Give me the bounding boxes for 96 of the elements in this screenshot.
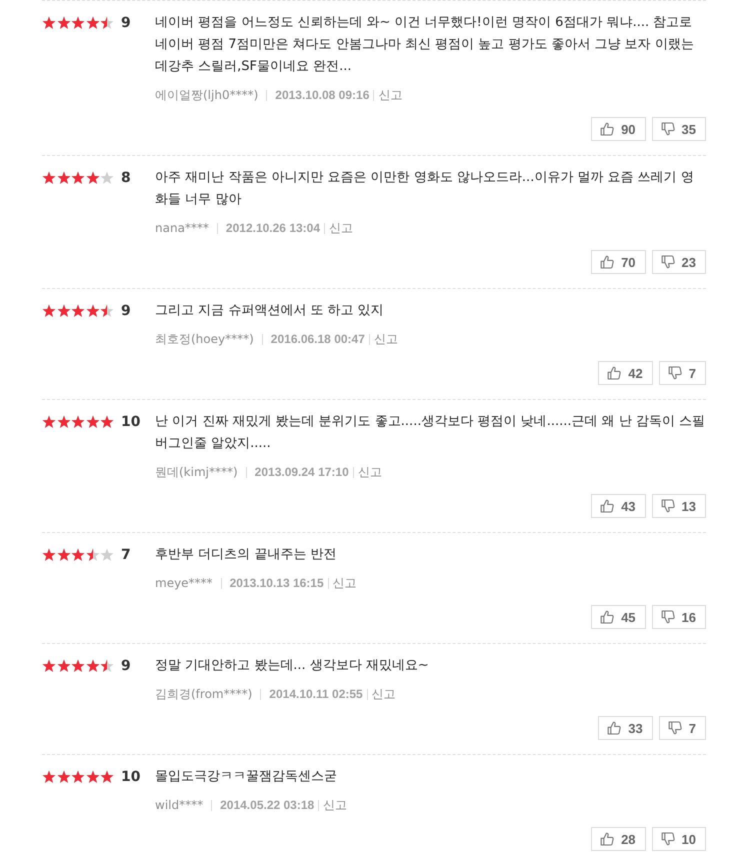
star-icon (56, 304, 70, 318)
thumbs-up-icon (600, 255, 614, 269)
thumbs-down-icon (660, 832, 675, 846)
thumbs-down-icon (660, 255, 675, 269)
star-icon (42, 304, 56, 318)
half-star-icon (100, 659, 114, 673)
rating-score: 10 (121, 768, 140, 787)
report-link[interactable]: 신고 (358, 464, 382, 480)
like-button[interactable]: 45 (591, 605, 646, 629)
star-icon (56, 659, 70, 673)
star-icon (56, 770, 70, 784)
report-link[interactable]: 신고 (374, 330, 398, 348)
review-text: 네이버 평점을 어느정도 신뢰하는데 와~ 이건 너무했다!이런 명작이 6점대가 뭐냐.... 참고로 네이버 평점 7점미만은 쳐다도 안봄그나마 최신 평점이 높고 평가도 좋아서 그냥 보자 이랬는데강추 스릴러,SF물이네요 완전... (155, 14, 695, 76)
like-button[interactable]: 90 (591, 117, 646, 141)
rating-score: 10 (121, 413, 140, 432)
star-icon (71, 659, 85, 673)
report-link[interactable]: 신고 (332, 574, 357, 592)
thumbs-down-icon (660, 122, 675, 136)
star-icon (71, 770, 85, 784)
star-icon (86, 304, 100, 318)
star-icon (71, 171, 85, 185)
report-link[interactable]: 신고 (372, 686, 396, 702)
like-button[interactable]: 70 (591, 250, 646, 274)
star-icon (100, 770, 114, 784)
thumbs-up-icon (607, 721, 622, 735)
star-icon (42, 770, 56, 784)
star-icon (56, 16, 70, 30)
review-date: 2014.05.22 03:18 (220, 798, 314, 812)
star-icon (56, 171, 70, 185)
review-date: 2013.10.13 16:15 (230, 576, 324, 590)
dislike-button[interactable]: 7 (658, 361, 706, 385)
thumbs-up-icon (600, 499, 614, 513)
dislike-button[interactable]: 13 (652, 494, 706, 518)
review-text: 몰입도극강ㅋㅋ꿀잼감독센스굳 (155, 768, 337, 786)
star-icon (86, 770, 100, 784)
dislike-button[interactable]: 10 (652, 827, 706, 851)
dislike-button[interactable]: 35 (652, 117, 706, 141)
like-button[interactable]: 28 (591, 827, 646, 851)
thumbs-down-icon (660, 499, 675, 513)
star-icon (71, 415, 85, 429)
review-date: 2013.10.08 09:16 (275, 88, 370, 102)
thumbs-down-icon (660, 610, 675, 624)
dislike-button[interactable]: 16 (652, 605, 706, 629)
star-icon (71, 304, 85, 318)
review-text: 난 이거 진짜 재밌게 봤는데 분위기도 좋고.....생각보다 평점이 낮네......근데 왜 난 감독이 스필버그인줄 알았지..... (155, 413, 706, 453)
star-icon (86, 415, 100, 429)
review-text: 그리고 지금 슈퍼액션에서 또 하고 있지 (155, 302, 384, 320)
review-text: 아주 재미난 작품은 아니지만 요즘은 이만한 영화도 않나오드라...이유가 멀까 요즘 쓰레기 영화들 너무 많아 (155, 169, 695, 209)
author-name: 최호정(hoey****) (155, 330, 254, 348)
star-icon (100, 415, 114, 429)
rating-score: 8 (121, 169, 131, 188)
half-star-icon (100, 304, 114, 318)
author-name: wild**** (155, 798, 204, 812)
author-name: 에이얼짱(ljh0****) (155, 86, 258, 104)
report-link[interactable]: 신고 (323, 796, 348, 814)
review-text: 후반부 더디츠의 끝내주는 반전 (155, 546, 336, 564)
review-date: 2012.10.26 13:04 (226, 221, 320, 235)
half-star-icon (100, 16, 114, 30)
like-button[interactable]: 33 (598, 716, 653, 740)
thumbs-down-icon (668, 721, 682, 735)
star-icon (42, 16, 56, 30)
author-name: nana**** (155, 221, 209, 235)
star-icon (42, 415, 56, 429)
star-icon (71, 548, 85, 562)
review-date: 2016.06.18 00:47 (270, 332, 365, 346)
thumbs-up-icon (600, 610, 614, 624)
thumbs-up-icon (607, 366, 622, 380)
star-icon (56, 415, 70, 429)
rating-score: 9 (121, 302, 131, 321)
rating-score: 9 (121, 657, 131, 676)
star-icon (42, 659, 56, 673)
thumbs-up-icon (600, 832, 614, 846)
thumbs-up-icon (600, 122, 614, 136)
star-icon (71, 16, 85, 30)
thumbs-down-icon (668, 366, 682, 380)
report-link[interactable]: 신고 (329, 220, 354, 236)
report-link[interactable]: 신고 (378, 86, 402, 104)
author-name: 김희경(from****) (155, 686, 252, 702)
review-date: 2014.10.11 02:55 (269, 687, 363, 701)
star-icon (56, 548, 70, 562)
dislike-button[interactable]: 23 (652, 250, 706, 274)
star-icon (42, 548, 56, 562)
rating-score: 7 (121, 546, 131, 565)
like-button[interactable]: 43 (591, 494, 646, 518)
star-icon (86, 16, 100, 30)
like-button[interactable]: 42 (598, 361, 653, 385)
star-icon (42, 171, 56, 185)
review-date: 2013.09.24 17:10 (254, 465, 349, 479)
dislike-button[interactable]: 7 (658, 716, 706, 740)
author-name: meye**** (155, 576, 213, 590)
star-icon (86, 171, 100, 185)
author-name: 뭔데(kimj****) (155, 464, 238, 480)
rating-score: 9 (121, 14, 131, 33)
review-text: 정말 기대안하고 봤는데... 생각보다 재밌네요~ (155, 657, 429, 675)
half-star-icon (86, 548, 100, 562)
star-icon (86, 659, 100, 673)
